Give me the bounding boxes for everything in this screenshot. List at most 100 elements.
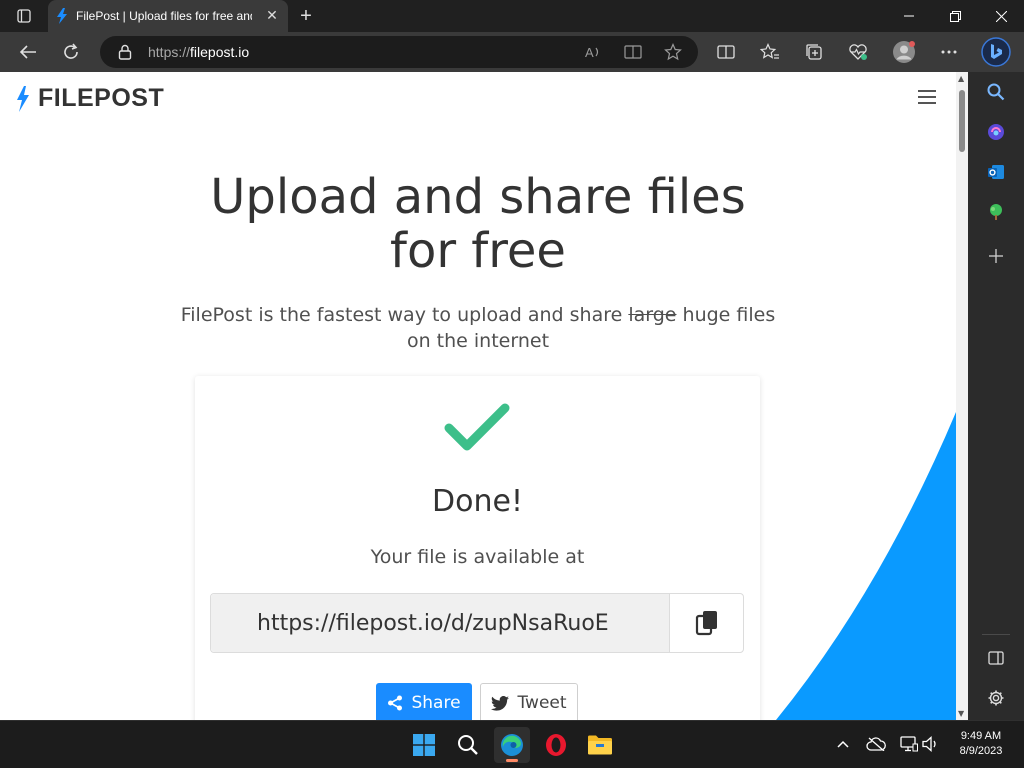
filepost-logo[interactable]: FILEPOST (16, 84, 164, 113)
logo-text: FILEPOST (38, 84, 165, 112)
page-scrollbar[interactable]: ▲ ▼ (956, 72, 968, 720)
tab-actions-button[interactable] (8, 4, 40, 28)
tweet-label: Tweet (517, 693, 567, 713)
copilot-icon (988, 124, 1004, 140)
favorite-star-icon[interactable] (664, 43, 682, 65)
clock-time: 9:49 AM (960, 730, 1002, 742)
collections-icon (806, 44, 822, 60)
share-label: Share (411, 693, 461, 713)
decorative-blue-wedge (776, 412, 956, 720)
lightning-bolt-icon (17, 85, 29, 112)
restore-button[interactable] (932, 0, 978, 32)
file-url-field[interactable]: https://filepost.io/d/zupNsaRuoE (211, 594, 671, 652)
network-tray-button[interactable] (898, 733, 920, 755)
scroll-down-arrow-icon[interactable]: ▼ (958, 709, 964, 718)
url-host: filepost.io (190, 44, 250, 60)
show-hidden-icons-button[interactable] (832, 733, 854, 755)
browser-essentials-button[interactable] (844, 38, 872, 66)
taskbar-opera-button[interactable] (538, 727, 574, 763)
split-screen-icon (717, 45, 735, 59)
web-page: FILEPOST Upload and share files for free… (0, 72, 956, 720)
search-icon (458, 735, 478, 755)
favorites-button[interactable] (756, 38, 784, 66)
volume-tray-button[interactable] (920, 733, 942, 755)
new-tab-button[interactable]: + (292, 4, 320, 28)
windows-taskbar: 9:49 AM 8/9/2023 (0, 720, 1024, 768)
start-button[interactable] (406, 727, 442, 763)
outlook-icon (988, 165, 1004, 179)
profile-button[interactable] (890, 38, 918, 66)
sidebar-tree-button[interactable] (982, 198, 1010, 226)
tab-actions-icon (17, 9, 31, 23)
sidebar-hide-button[interactable] (982, 644, 1010, 672)
sidebar-add-button[interactable] (982, 242, 1010, 270)
minimize-icon (904, 15, 914, 17)
scroll-up-arrow-icon[interactable]: ▲ (958, 74, 964, 83)
collections-button[interactable] (800, 38, 828, 66)
hero-subtitle: FilePost is the fastest way to upload an… (180, 302, 776, 354)
windows-logo-icon (413, 734, 435, 756)
hero-title-line1: Upload and share files (210, 169, 746, 225)
taskbar-file-explorer-button[interactable] (582, 727, 618, 763)
share-icon (387, 695, 403, 711)
hero-title-line2: for free (390, 223, 566, 279)
close-icon (995, 10, 1007, 22)
search-icon (987, 83, 1005, 101)
address-bar[interactable]: https://filepost.io A (100, 36, 698, 68)
split-screen-button[interactable] (712, 38, 740, 66)
hamburger-menu-icon[interactable] (918, 90, 936, 104)
checkmark-icon (444, 403, 510, 451)
minimize-button[interactable] (886, 0, 932, 32)
more-options-button[interactable] (935, 38, 963, 66)
taskbar-search-button[interactable] (450, 727, 486, 763)
back-button[interactable] (14, 38, 42, 66)
share-button[interactable]: Share (376, 683, 472, 720)
favorites-icon (760, 43, 779, 59)
bing-chat-button[interactable] (980, 36, 1012, 68)
more-dots-icon (941, 50, 957, 54)
copy-url-button[interactable] (670, 594, 743, 652)
sidebar-search-button[interactable] (982, 78, 1010, 106)
sidebar-panel-icon (988, 651, 1004, 665)
twitter-bird-icon (491, 695, 510, 711)
sidebar-settings-button[interactable] (982, 684, 1010, 712)
scroll-thumb[interactable] (959, 90, 965, 152)
network-icon (900, 736, 918, 752)
cloud-offline-icon (866, 737, 886, 751)
immersive-reader-icon[interactable] (624, 44, 642, 64)
taskbar-edge-button[interactable] (494, 727, 530, 763)
bing-icon (981, 37, 1011, 67)
onedrive-tray-button[interactable] (865, 733, 887, 755)
read-aloud-icon[interactable]: A (584, 44, 602, 64)
plus-icon (989, 249, 1003, 263)
back-arrow-icon (19, 45, 36, 59)
subtitle-strikethrough-word: large (628, 304, 677, 326)
chevron-up-icon (837, 740, 849, 748)
filepost-favicon-icon (57, 8, 67, 24)
tweet-button[interactable]: Tweet (480, 683, 578, 720)
speaker-icon (922, 736, 936, 752)
edge-sidebar (968, 72, 1024, 720)
hero-title: Upload and share files for free (200, 170, 756, 278)
edge-icon (501, 734, 523, 756)
sidebar-copilot-button[interactable] (982, 118, 1010, 146)
browser-tab[interactable]: FilePost | Upload files for free and sha… (48, 0, 288, 32)
refresh-icon (64, 43, 78, 59)
lock-icon (118, 44, 132, 60)
close-window-button[interactable] (978, 0, 1024, 32)
system-clock[interactable]: 9:49 AM 8/9/2023 (950, 729, 1012, 759)
file-available-text: Your file is available at (370, 546, 585, 568)
tab-close-icon[interactable]: ✕ (264, 8, 280, 24)
subtitle-text-before: FilePost is the fastest way to upload an… (180, 304, 629, 326)
refresh-button[interactable] (57, 38, 85, 66)
file-url-group: https://filepost.io/d/zupNsaRuoE (210, 593, 744, 653)
avatar-icon (893, 41, 915, 63)
sidebar-outlook-button[interactable] (982, 158, 1010, 186)
title-bar: FilePost | Upload files for free and sha… (0, 0, 1024, 32)
folder-icon (588, 735, 612, 755)
active-app-indicator (506, 759, 518, 762)
sidebar-divider (982, 634, 1010, 635)
svg-text:A: A (585, 45, 594, 60)
copy-icon (695, 611, 717, 636)
browser-toolbar: https://filepost.io A (0, 32, 1024, 72)
